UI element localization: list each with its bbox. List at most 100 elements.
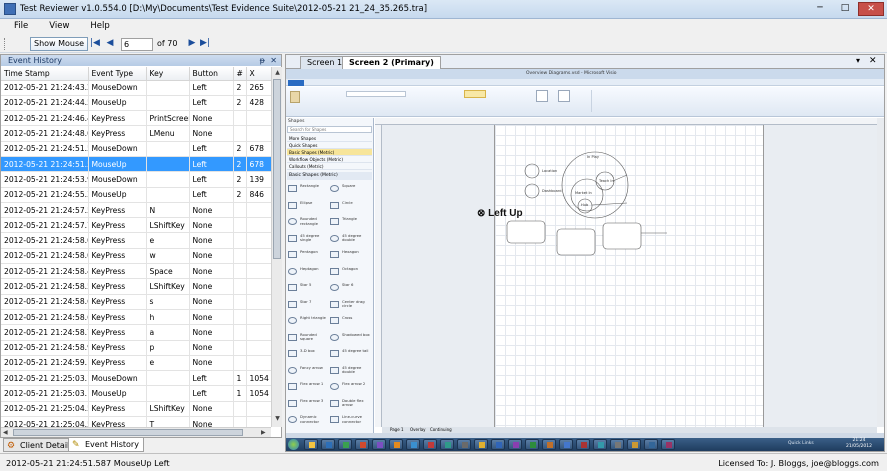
table-cell: None (189, 355, 234, 372)
vertical-scrollbar[interactable]: ▲ ▼ (271, 67, 282, 427)
shape-item: Rounded rectangle (288, 215, 329, 230)
table-row[interactable]: 2012-05-21 21:25:04.546KeyPressLShiftKey… (1, 401, 271, 418)
table-row[interactable]: 2012-05-21 21:24:48.052KeyPressLMenuNone (1, 125, 271, 142)
column-header[interactable]: # (233, 67, 247, 81)
shape-label: 45 degree tail (342, 349, 369, 353)
table-cell: MouseDown (88, 80, 147, 96)
shape-label: Pentagon (300, 250, 318, 254)
tab-close-icon[interactable]: ✕ (869, 56, 877, 66)
table-row[interactable]: 2012-05-21 21:24:58.935KeyPresspNone (1, 340, 271, 356)
table-row[interactable]: 2012-05-21 21:24:58.696KeyPresshNone (1, 309, 271, 326)
shape-icon (330, 185, 339, 192)
scroll-right-icon[interactable]: ▶ (261, 429, 266, 436)
table-cell: Space (146, 263, 190, 280)
table-row[interactable]: 2012-05-21 21:24:51.550MouseDown Left2678 (1, 141, 271, 157)
table-cell: MouseUp (88, 95, 147, 112)
table-row[interactable]: 2012-05-21 21:24:58.577KeyPressLShiftKey… (1, 278, 271, 295)
table-cell: Left (189, 171, 234, 188)
minimize-button[interactable]: ─ (808, 2, 832, 16)
shape-item: Triangle (330, 215, 371, 230)
stencil-item: Callouts (Metric) (287, 163, 372, 170)
first-page-icon[interactable]: |◀ (90, 38, 100, 49)
table-row[interactable]: 2012-05-21 21:24:53.922MouseDown Left2139 (1, 171, 271, 188)
shapes-search-box: Search for Shapes (287, 126, 372, 133)
table-row[interactable]: 2012-05-21 21:24:57.720KeyPressLShiftKey… (1, 217, 271, 234)
menu-help[interactable]: Help (76, 20, 116, 31)
maximize-button[interactable]: □ (833, 2, 857, 16)
table-cell (246, 294, 271, 310)
shape-icon (330, 218, 339, 225)
table-row[interactable]: 2012-05-21 21:24:59.105KeyPresseNone (1, 355, 271, 372)
table-cell: KeyPress (88, 248, 147, 265)
table-cell (146, 141, 190, 157)
stencil-item: Basic Shapes (Metric) (287, 149, 372, 156)
scroll-up-icon[interactable]: ▲ (274, 69, 281, 77)
table-row[interactable]: 2012-05-21 21:25:04.549KeyPressTNone (1, 416, 271, 427)
visio-ribbon-tabs (286, 79, 884, 86)
table-cell: None (189, 110, 234, 127)
column-header[interactable]: Time Stamp (1, 67, 89, 81)
table-row[interactable]: 2012-05-21 21:24:57.580KeyPressNNone (1, 202, 271, 219)
previous-page-icon[interactable]: ◀ (105, 38, 115, 49)
shape-icon (288, 416, 297, 423)
scroll-down-icon[interactable]: ▼ (274, 415, 281, 423)
next-page-icon[interactable]: ▶ (187, 38, 197, 49)
shape-icon (330, 383, 339, 390)
shape-item: Star 7 (288, 298, 329, 313)
diagram-label: Location (542, 169, 558, 173)
taskbar-app-icon (304, 439, 318, 450)
table-cell: 678 (246, 141, 271, 157)
table-row[interactable]: 2012-05-21 21:24:51.587MouseUp Left2678 (1, 156, 271, 173)
column-header[interactable]: X (246, 67, 271, 81)
table-cell (233, 110, 247, 127)
table-row[interactable]: 2012-05-21 21:24:46.428KeyPressPrintScre… (1, 110, 271, 127)
tab-screen-2[interactable]: Screen 2 (Primary) (342, 56, 441, 70)
table-row[interactable]: 2012-05-21 21:24:58.447KeyPressSpaceNone (1, 263, 271, 280)
column-header[interactable]: Event Type (88, 67, 147, 81)
show-mouse-button[interactable]: Show Mouse (30, 37, 89, 51)
menu-file[interactable]: File (0, 20, 35, 31)
table-row[interactable]: 2012-05-21 21:24:58.068KeyPresseNone (1, 232, 271, 249)
shape-item: Square (330, 182, 371, 197)
last-page-icon[interactable]: ▶| (200, 38, 210, 49)
column-header[interactable]: Button (189, 67, 234, 81)
scroll-thumb[interactable] (273, 79, 281, 259)
horizontal-scrollbar[interactable]: ◀ ▶ (1, 427, 271, 437)
table-row[interactable]: 2012-05-21 21:24:43.272MouseDown Left2265 (1, 80, 271, 96)
table-cell: None (189, 294, 234, 310)
shape-label: Ellipse (300, 200, 313, 205)
taskbar-app-icon (576, 439, 590, 450)
table-row[interactable]: 2012-05-21 21:25:03.162MouseDown Left1105… (1, 370, 271, 387)
panel-close-icon[interactable]: ✕ (270, 55, 277, 66)
event-grid[interactable]: Time Stamp Event Type Key Button # X 2012-05-… (1, 67, 271, 427)
table-cell: w (146, 248, 190, 265)
table-row[interactable]: 2012-05-21 21:24:55.338MouseUp Left2846 (1, 187, 271, 203)
table-row[interactable]: 2012-05-21 21:25:03.187MouseUp Left11054 (1, 385, 271, 402)
table-cell: KeyPress (88, 263, 147, 280)
table-cell: KeyPress (88, 401, 147, 418)
table-cell: MouseDown (88, 370, 147, 387)
close-button[interactable]: ✕ (858, 2, 884, 16)
table-row[interactable]: 2012-05-21 21:24:58.098KeyPresswNone (1, 248, 271, 265)
hscroll-thumb[interactable] (13, 429, 243, 436)
table-cell (233, 355, 247, 372)
menu-view[interactable]: View (35, 20, 76, 31)
taskbar-app-icon (593, 439, 607, 450)
table-row[interactable]: 2012-05-21 21:24:58.616KeyPresssNone (1, 294, 271, 310)
table-cell: 2012-05-21 21:24:53.922 (1, 171, 89, 188)
table-cell: 678 (246, 156, 271, 173)
table-cell: None (189, 202, 234, 219)
tab-dropdown-icon[interactable]: ▾ (856, 56, 860, 65)
table-row[interactable]: 2012-05-21 21:24:44.522MouseUp Left2428 (1, 95, 271, 112)
page-number-input[interactable]: 6 (121, 38, 153, 51)
stencil-item: Quick Shapes (287, 142, 372, 149)
shape-label: Double flex arrow (342, 398, 364, 407)
bottom-tab-strip: ⚙ Client Details ✎ Event History (0, 438, 282, 452)
diagram-label: Hub (581, 203, 589, 207)
column-header[interactable]: Key (146, 67, 190, 81)
table-row[interactable]: 2012-05-21 21:24:58.776KeyPressaNone (1, 324, 271, 341)
tab-event-history[interactable]: ✎ Event History (68, 438, 144, 452)
menu-bar: File View Help (0, 20, 887, 34)
pin-icon[interactable]: ᵽ (260, 55, 265, 66)
scroll-left-icon[interactable]: ◀ (3, 429, 8, 436)
